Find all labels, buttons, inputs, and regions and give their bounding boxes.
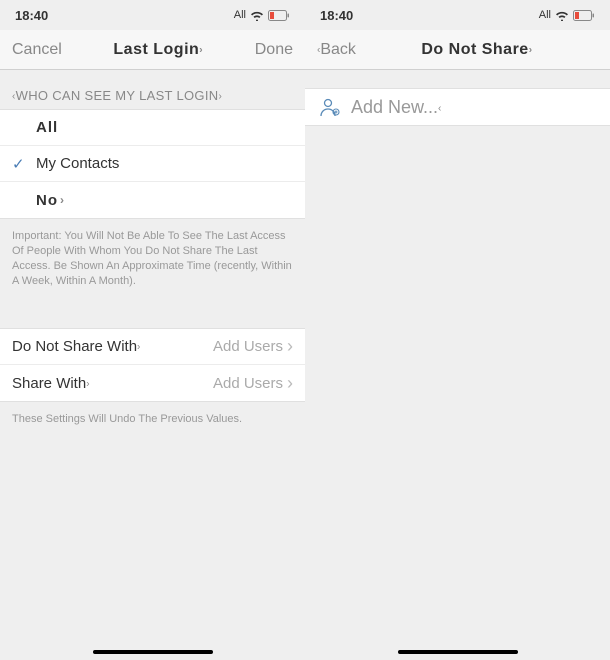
status-indicators: All bbox=[458, 9, 596, 21]
chevron-icon: › bbox=[60, 193, 65, 207]
do-not-share-label: Do Not Share With› bbox=[12, 338, 140, 355]
add-users-button[interactable]: Add Users › bbox=[213, 336, 293, 357]
visibility-options-list: All ✓ My Contacts No› bbox=[0, 109, 305, 219]
important-note: Important: You Will Not Be Able To See T… bbox=[0, 219, 305, 298]
home-indicator[interactable] bbox=[398, 650, 518, 654]
carrier-label: All bbox=[539, 9, 551, 21]
wifi-icon bbox=[555, 10, 569, 21]
option-no[interactable]: No› bbox=[0, 182, 305, 218]
settings-note: These Settings Will Undo The Previous Va… bbox=[0, 402, 305, 437]
nav-title: Last Login› bbox=[113, 41, 203, 59]
screen-do-not-share: 18:40 All ‹Back Do Not Share› Add New. bbox=[305, 0, 610, 660]
checkmark-icon: ✓ bbox=[12, 155, 25, 173]
option-all[interactable]: All bbox=[0, 110, 305, 146]
chevron-icon: › bbox=[199, 44, 203, 55]
section-header: ‹WHO CAN SEE MY LAST LOGIN› bbox=[0, 70, 305, 109]
chevron-icon: › bbox=[86, 378, 89, 389]
add-users-button[interactable]: Add Users › bbox=[213, 373, 293, 394]
nav-title: Do Not Share› bbox=[421, 41, 532, 59]
nav-bar: Cancel Last Login› Done bbox=[0, 30, 305, 70]
add-user-icon bbox=[319, 97, 341, 117]
share-list: Do Not Share With› Add Users › Share Wit… bbox=[0, 328, 305, 402]
chevron-icon: › bbox=[218, 91, 222, 102]
status-time: 18:40 bbox=[15, 8, 153, 23]
status-bar: 18:40 All bbox=[305, 0, 610, 30]
do-not-share-row[interactable]: Do Not Share With› Add Users › bbox=[0, 329, 305, 365]
nav-bar: ‹Back Do Not Share› bbox=[305, 30, 610, 70]
status-indicators: All bbox=[153, 9, 291, 21]
share-with-label: Share With› bbox=[12, 375, 90, 392]
chevron-right-icon: › bbox=[287, 336, 293, 357]
add-new-row[interactable]: Add New...‹ bbox=[305, 88, 610, 126]
share-with-row[interactable]: Share With› Add Users › bbox=[0, 365, 305, 401]
chevron-icon: › bbox=[137, 342, 140, 353]
home-indicator[interactable] bbox=[93, 650, 213, 654]
battery-icon bbox=[268, 10, 290, 21]
back-button[interactable]: ‹Back bbox=[317, 41, 356, 59]
status-time: 18:40 bbox=[320, 8, 458, 23]
chevron-right-icon: › bbox=[287, 373, 293, 394]
status-bar: 18:40 All bbox=[0, 0, 305, 30]
add-new-label: Add New...‹ bbox=[351, 97, 441, 118]
screen-last-login: 18:40 All Cancel Last Login› Done ‹WHO C… bbox=[0, 0, 305, 660]
option-my-contacts[interactable]: ✓ My Contacts bbox=[0, 146, 305, 182]
carrier-label: All bbox=[234, 9, 246, 21]
battery-icon bbox=[573, 10, 595, 21]
cancel-button[interactable]: Cancel bbox=[12, 41, 62, 59]
wifi-icon bbox=[250, 10, 264, 21]
chevron-icon: › bbox=[529, 44, 533, 55]
chevron-icon: ‹ bbox=[438, 102, 441, 113]
done-button[interactable]: Done bbox=[255, 41, 293, 59]
